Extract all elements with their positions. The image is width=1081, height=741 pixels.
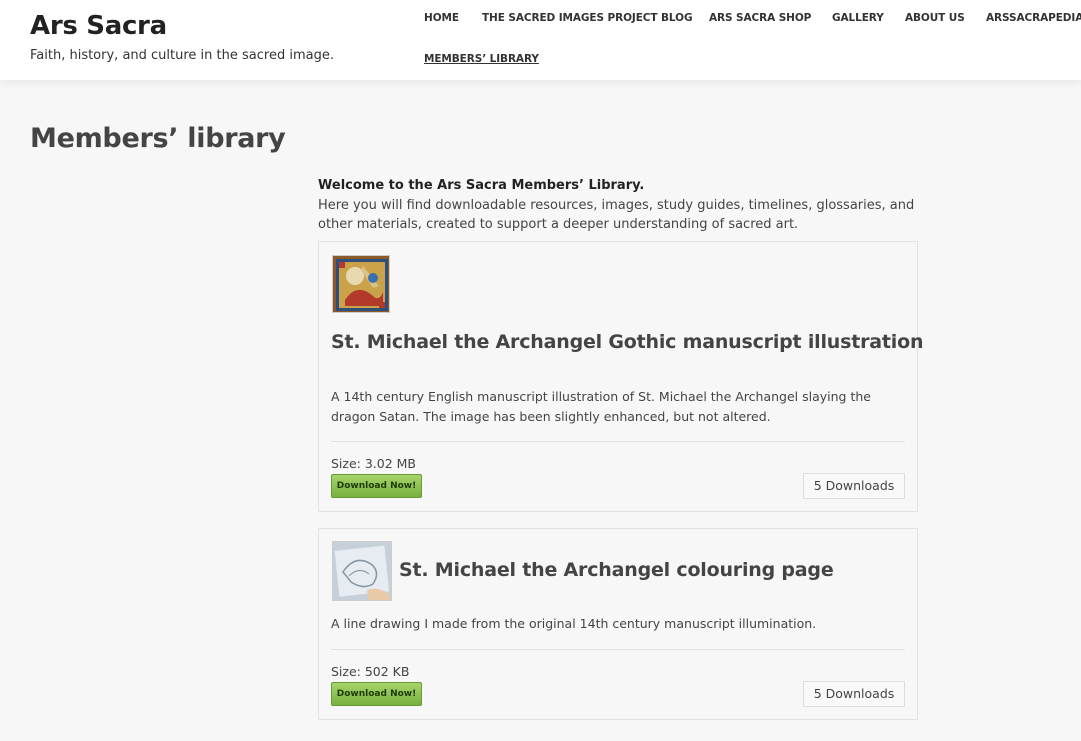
intro-heading: Welcome to the Ars Sacra Members’ Librar…: [318, 178, 645, 193]
nav-item-about[interactable]: ABOUT US: [905, 12, 965, 24]
nav-item-arssacrapedia[interactable]: ARSSACRAPEDIA: [986, 12, 1081, 24]
download-title[interactable]: St. Michael the Archangel colouring page: [399, 559, 834, 581]
site-tagline: Faith, history, and culture in the sacre…: [30, 48, 334, 63]
download-card: St. Michael the Archangel Gothic manuscr…: [318, 241, 923, 512]
download-description: A 14th century English manuscript illust…: [331, 389, 871, 424]
download-now-button[interactable]: Download Now!: [331, 474, 422, 498]
intro-text-block: Welcome to the Ars Sacra Members’ Librar…: [318, 176, 918, 235]
site-header: Ars Sacra Faith, history, and culture in…: [0, 0, 1081, 80]
download-title[interactable]: St. Michael the Archangel Gothic manuscr…: [331, 331, 923, 353]
download-count-badge: 5 Downloads: [803, 473, 905, 499]
manuscript-thumbnail-image[interactable]: [332, 255, 390, 313]
download-card: St. Michael the Archangel colouring page…: [318, 528, 918, 720]
nav-item-members-library[interactable]: MEMBERS’ LIBRARY: [424, 53, 539, 65]
nav-item-shop[interactable]: ARS SACRA SHOP: [709, 12, 811, 24]
file-size: Size: 502 KB: [331, 664, 410, 679]
divider: [331, 649, 905, 650]
divider: [331, 441, 905, 442]
nav-item-home[interactable]: HOME: [424, 12, 459, 24]
download-count-badge: 5 Downloads: [803, 681, 905, 707]
site-title[interactable]: Ars Sacra: [30, 11, 167, 41]
nav-item-gallery[interactable]: GALLERY: [832, 12, 884, 24]
colouring-page-thumbnail-image[interactable]: [332, 541, 392, 601]
page-title: Members’ library: [30, 123, 286, 154]
download-description: A line drawing I made from the original …: [331, 616, 817, 631]
file-size: Size: 3.02 MB: [331, 456, 417, 471]
nav-item-blog[interactable]: THE SACRED IMAGES PROJECT BLOG: [482, 12, 693, 24]
intro-paragraph: Here you will find downloadable resource…: [318, 197, 915, 233]
download-now-button[interactable]: Download Now!: [331, 682, 422, 706]
